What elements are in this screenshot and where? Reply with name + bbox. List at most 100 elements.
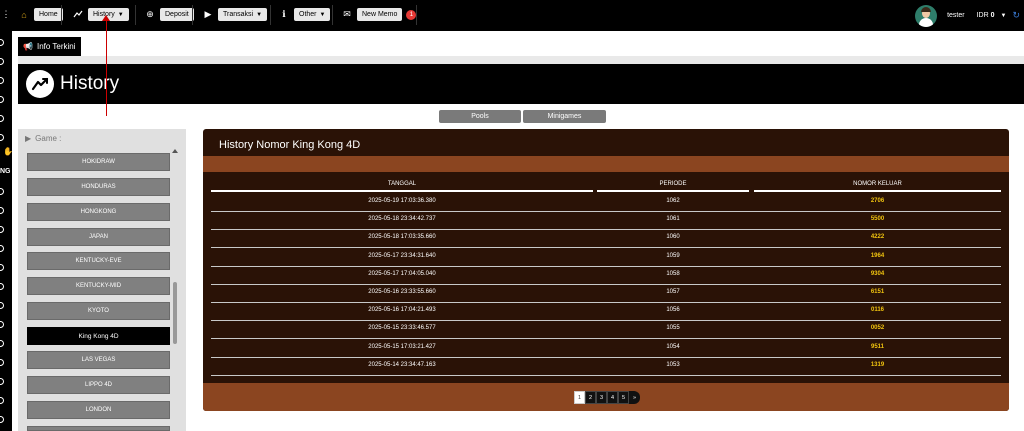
divider-strip — [18, 56, 1024, 64]
page-button-current[interactable]: 1 — [574, 391, 585, 404]
game-item[interactable]: JAPAN — [27, 228, 170, 246]
rail-circle-icon[interactable] — [0, 264, 4, 271]
rail-circle-icon[interactable] — [0, 77, 4, 84]
cell-nomor-keluar: 9304 — [870, 270, 885, 277]
plus-circle-icon: ⊕ — [146, 9, 154, 19]
rail-circle-icon[interactable] — [0, 378, 4, 385]
card-accent-bar — [203, 156, 1009, 172]
next-page-button[interactable]: » — [629, 391, 640, 404]
balance-display[interactable]: IDR 0 — [977, 12, 995, 19]
scroll-thumb[interactable] — [173, 282, 177, 344]
nav-divider — [192, 5, 193, 25]
rail-circle-icon[interactable] — [0, 188, 4, 195]
page-button[interactable]: 5 — [618, 391, 629, 404]
cell-periode: 1058 — [666, 270, 680, 277]
scroll-up-icon[interactable] — [172, 149, 178, 153]
game-item[interactable]: KENTUCKY-EVE — [27, 252, 170, 270]
menu-icon[interactable]: ⋮ — [0, 9, 12, 20]
rail-circle-icon[interactable] — [0, 283, 4, 290]
home-button[interactable]: Home — [34, 8, 63, 21]
table-row: 2025-05-18 23:34:42.737 1061 5500 — [211, 211, 1001, 231]
rail-circle-icon[interactable] — [0, 245, 4, 252]
game-item[interactable]: LONDON — [27, 401, 170, 419]
header-underline — [597, 190, 749, 192]
game-item[interactable]: HONDURAS — [27, 178, 170, 196]
currency-label: IDR — [976, 12, 989, 19]
rail-circle-icon[interactable] — [0, 115, 4, 122]
table-row: 2025-05-19 17:03:36.380 1062 2706 — [211, 193, 1001, 212]
game-item[interactable]: LAS VEGAS — [27, 351, 170, 369]
cell-tanggal: 2025-05-14 23:34:47.163 — [368, 361, 436, 368]
home-icon: ⌂ — [21, 9, 27, 20]
info-terkini-button[interactable]: 📢 Info Terkini — [18, 37, 81, 56]
cell-tanggal: 2025-05-19 17:03:36.380 — [368, 198, 436, 204]
rail-circle-icon[interactable] — [0, 302, 4, 309]
game-heading: ▶ Game : — [25, 134, 61, 143]
rail-circle-icon[interactable] — [0, 39, 4, 46]
other-label: Other — [299, 11, 317, 18]
cell-periode: 1060 — [666, 234, 680, 241]
deposit-label: Deposit — [165, 11, 189, 18]
rail-circle-icon[interactable] — [0, 340, 4, 347]
cell-nomor-keluar: 5500 — [870, 216, 885, 223]
table-row: 2025-05-18 17:03:35.660 1060 4222 — [211, 229, 1001, 249]
table-row: 2025-05-17 23:34:31.640 1059 1964 — [211, 248, 1001, 267]
deposit-button[interactable]: Deposit — [160, 8, 194, 21]
nav-divider — [61, 5, 62, 25]
tab-pools[interactable]: Pools — [439, 110, 521, 123]
rail-circle-icon[interactable] — [0, 226, 4, 233]
nav-other[interactable]: ℹ Other ▼ — [278, 6, 331, 23]
card-title: History Nomor King Kong 4D — [219, 139, 361, 151]
avatar[interactable] — [915, 4, 938, 27]
rail-circle-icon[interactable] — [0, 58, 4, 65]
rail-circle-icon[interactable] — [0, 359, 4, 366]
caret-down-icon[interactable]: ▼ — [1001, 13, 1007, 19]
nav-divider — [270, 5, 271, 25]
rail-circle-icon[interactable] — [0, 134, 4, 141]
nav-transaksi[interactable]: ▶ Transaksi ▼ — [202, 6, 268, 23]
caret-right-icon: ▶ — [25, 134, 32, 143]
game-item[interactable]: KYOTO — [27, 302, 170, 320]
user-menu[interactable]: tester IDR 0 ▼ ↻ — [915, 0, 1024, 31]
rail-circle-icon[interactable] — [0, 96, 4, 103]
row-divider — [211, 374, 1001, 376]
fire-icon: ✋ — [3, 147, 13, 156]
table-row: 2025-05-15 17:03:21.427 1054 9511 — [211, 339, 1001, 358]
memo-count-badge: 1 — [406, 9, 417, 20]
cell-nomor-keluar: 1964 — [870, 252, 885, 259]
rail-circle-icon[interactable] — [0, 321, 4, 328]
rail-circle-icon[interactable] — [0, 397, 4, 404]
info-icon: ℹ — [282, 9, 286, 19]
nav-history[interactable]: History ▼ — [72, 6, 129, 23]
nav-deposit[interactable]: ⊕ Deposit — [144, 6, 194, 23]
nav-home[interactable]: ⌂ Home — [18, 6, 63, 23]
game-item-partial[interactable] — [27, 426, 170, 431]
refresh-icon[interactable]: ↻ — [1012, 10, 1020, 21]
cell-tanggal: 2025-05-16 23:33:55.660 — [368, 289, 436, 295]
nav-new-memo[interactable]: ✉ New Memo 1 — [341, 6, 417, 23]
game-item[interactable]: HOKIDRAW — [27, 153, 170, 171]
game-item[interactable]: LIPPO 4D — [27, 376, 170, 394]
new-memo-button[interactable]: New Memo — [357, 8, 403, 21]
cell-nomor-keluar: 6151 — [870, 289, 885, 295]
game-item[interactable]: KENTUCKY-MID — [27, 277, 170, 295]
tab-minigames[interactable]: Minigames — [523, 110, 606, 123]
rail-circle-icon[interactable] — [0, 207, 4, 214]
cell-nomor-keluar: 0116 — [870, 307, 885, 314]
page-button[interactable]: 2 — [585, 391, 596, 404]
annotation-arrow-line — [106, 18, 107, 116]
game-item-active[interactable]: King Kong 4D — [27, 327, 170, 345]
transaksi-dropdown[interactable]: Transaksi ▼ — [218, 8, 268, 21]
rail-circle-icon[interactable] — [0, 416, 4, 423]
other-dropdown[interactable]: Other ▼ — [294, 8, 331, 21]
page-button[interactable]: 3 — [596, 391, 607, 404]
home-label: Home — [39, 11, 58, 18]
username: tester — [947, 12, 965, 19]
header-underline — [211, 190, 593, 192]
new-memo-label: New Memo — [362, 11, 398, 18]
game-item[interactable]: HONGKONG — [27, 203, 170, 221]
balance-value: 0 — [990, 12, 995, 19]
cell-nomor-keluar: 0052 — [870, 325, 885, 332]
page-button[interactable]: 4 — [607, 391, 618, 404]
game-scrollbar[interactable] — [171, 147, 179, 431]
